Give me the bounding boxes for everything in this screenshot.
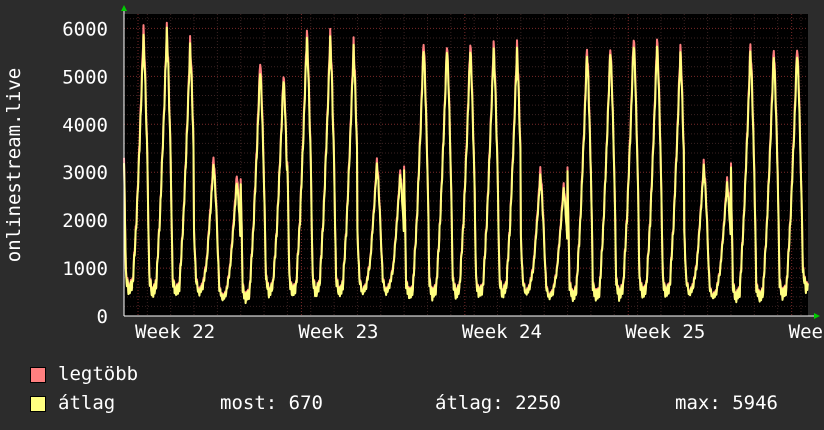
y-tick-label: 6000 [62, 18, 108, 40]
y-axis-label: onlinestream.live [3, 68, 25, 262]
chart: 0 1000 2000 3000 4000 5000 6000 Week 22 Week 23 W… [0, 0, 824, 345]
legend-row-max: legtöbb [30, 360, 810, 389]
x-tick-label: Week 25 [625, 321, 705, 343]
y-tick-label: 3000 [62, 162, 108, 184]
stat-average: átlag: 2250 [435, 392, 561, 414]
legend-row-avg: átlag most: 670 átlag: 2250 max: 5946 [30, 389, 810, 418]
x-tick-label: Week 22 [135, 321, 215, 343]
y-tick-label: 4000 [62, 114, 108, 136]
legend-label-max: legtöbb [58, 363, 139, 385]
x-tick-label: Week 23 [298, 321, 378, 343]
legend: legtöbb átlag most: 670 átlag: 2250 max:… [30, 360, 810, 418]
y-tick-label: 2000 [62, 210, 108, 232]
y-tick-label: 5000 [62, 66, 108, 88]
x-tick-label: Week 2 [789, 321, 824, 343]
legend-swatch-avg [30, 396, 46, 412]
legend-label-avg: átlag [58, 392, 116, 414]
y-tick-label: 0 [97, 306, 108, 328]
x-tick-label: Week 24 [462, 321, 542, 343]
legend-swatch-max [30, 367, 46, 383]
y-axis-arrow-icon [121, 5, 127, 11]
stat-maximum: max: 5946 [675, 392, 778, 414]
chart-svg: 0 1000 2000 3000 4000 5000 6000 Week 22 Week 23 W… [3, 5, 824, 343]
y-tick-label: 1000 [62, 258, 108, 280]
stat-now: most: 670 [220, 392, 323, 414]
x-axis-arrow-icon [814, 313, 820, 319]
